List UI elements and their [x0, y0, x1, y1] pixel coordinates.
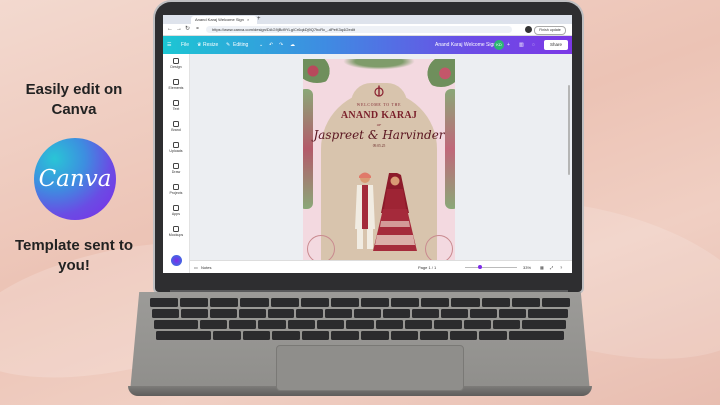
back-icon[interactable]: ←	[167, 25, 173, 34]
fullscreen-icon[interactable]: ⤢	[550, 261, 553, 273]
mandala-right	[425, 235, 453, 261]
share-button[interactable]: Share	[544, 40, 568, 50]
pencil-icon: ✎	[226, 42, 231, 48]
invite-of-text: OF	[376, 123, 382, 127]
sidebar-item-brand[interactable]: Brand	[163, 121, 189, 132]
floral-vine-left	[303, 89, 313, 209]
resize-button[interactable]: Resize	[203, 36, 218, 54]
canva-top-bar: ☰ File ♛ Resize ✎ Editing ⌄ ↶ ↷ ☁ Anand …	[163, 36, 572, 54]
design-title[interactable]: Anand Karaj Welcome Sign	[435, 36, 496, 54]
canva-logo-text: Canva	[38, 166, 112, 192]
zoom-level[interactable]: 33%	[523, 261, 531, 273]
sidebar-item-design[interactable]: Design	[163, 58, 189, 69]
reload-icon[interactable]: ↻	[185, 25, 190, 34]
browser-address-bar: ← → ↻ ⚬ https://www.canva.com/design/DAG…	[163, 24, 572, 36]
zoom-slider-track[interactable]	[465, 267, 517, 268]
help-icon[interactable]: ?	[560, 261, 562, 273]
profile-avatar-icon[interactable]	[525, 26, 532, 33]
sidebar-item-elements[interactable]: Elements	[163, 79, 189, 90]
undo-icon[interactable]: ↶	[269, 36, 273, 54]
collaborator-avatar[interactable]: KD	[494, 40, 504, 50]
sidebar-item-mockups[interactable]: Mockups	[163, 226, 189, 237]
stats-icon[interactable]: ▥	[519, 36, 524, 54]
add-collaborator-icon[interactable]: +	[507, 36, 510, 54]
vertical-scrollbar[interactable]	[568, 85, 570, 175]
bride-illustration	[373, 173, 417, 251]
floral-vine-right	[445, 89, 455, 209]
invite-title: ANAND KARAJ	[340, 110, 418, 121]
promo-heading-edit: Easily edit on Canva	[25, 81, 123, 118]
invite-welcome-text: WELCOME TO THE	[356, 103, 402, 107]
floral-corner-left	[303, 59, 337, 83]
promo-heading-template: Template sent to you!	[14, 237, 134, 274]
grid-view-icon[interactable]: ▦	[540, 261, 544, 273]
brand-icon	[173, 121, 179, 127]
invite-couple-names: Jaspreet & Harvinder	[313, 128, 445, 142]
apps-icon	[173, 205, 179, 211]
invitation-design[interactable]: WELCOME TO THE ANAND KARAJ OF Jaspreet &…	[303, 59, 455, 261]
text-icon	[173, 100, 179, 106]
lock-icon: ⚬	[195, 26, 201, 32]
browser-tab-bar: Anand Karaj Welcome Sign × +	[163, 15, 572, 24]
finish-update-button[interactable]: Finish update	[534, 26, 566, 35]
forward-icon[interactable]: →	[176, 25, 182, 34]
elements-icon	[173, 79, 179, 85]
magic-assistant-icon[interactable]	[171, 255, 182, 266]
sidebar-item-projects[interactable]: Projects	[163, 184, 189, 195]
zoom-slider-handle[interactable]	[478, 265, 482, 269]
chevron-down-icon[interactable]: ⌄	[259, 36, 263, 54]
laptop-touchpad	[276, 345, 464, 391]
sidebar-item-uploads[interactable]: Uploads	[163, 142, 189, 153]
close-tab-icon[interactable]: ×	[247, 16, 249, 24]
folder-icon	[173, 184, 179, 190]
sidebar-item-text[interactable]: Text	[163, 100, 189, 111]
floral-garland	[337, 59, 421, 71]
mandala-left	[307, 235, 335, 261]
notes-icon[interactable]: ▭	[194, 261, 198, 273]
laptop-keyboard	[150, 298, 570, 344]
sidebar-item-apps[interactable]: Apps	[163, 205, 189, 216]
mockups-icon	[173, 226, 179, 232]
url-input[interactable]: https://www.canva.com/design/DAG9jBd9YLg…	[206, 26, 512, 33]
page-indicator[interactable]: Page 1 / 1	[418, 261, 436, 273]
new-tab-icon[interactable]: +	[257, 15, 261, 24]
comments-icon[interactable]: ◌	[532, 36, 535, 54]
draw-icon	[173, 163, 179, 169]
canva-bottom-bar: ▭ Notes Page 1 / 1 33% ▦ ⤢ ?	[190, 260, 572, 273]
editing-mode-button[interactable]: Editing	[233, 36, 248, 54]
sidebar-item-draw[interactable]: Draw	[163, 163, 189, 174]
menu-icon[interactable]: ☰	[167, 36, 171, 54]
design-icon	[173, 58, 179, 64]
cloud-save-icon: ☁	[290, 42, 295, 48]
canva-logo: Canva	[34, 138, 116, 220]
share-label: Share	[549, 42, 562, 47]
canva-sidebar: Design Elements Text Brand Uploads Draw …	[163, 54, 190, 273]
crown-icon: ♛	[197, 42, 202, 48]
notes-button[interactable]: Notes	[201, 261, 211, 273]
khanda-icon	[374, 85, 384, 97]
redo-icon[interactable]: ↷	[279, 36, 283, 54]
file-menu[interactable]: File	[181, 36, 189, 54]
laptop-screen: Anand Karaj Welcome Sign × + ← → ↻ ⚬ htt…	[163, 15, 572, 273]
upload-icon	[173, 142, 179, 148]
floral-corner-right	[421, 59, 455, 87]
invite-date: 09.05.25	[372, 144, 386, 148]
